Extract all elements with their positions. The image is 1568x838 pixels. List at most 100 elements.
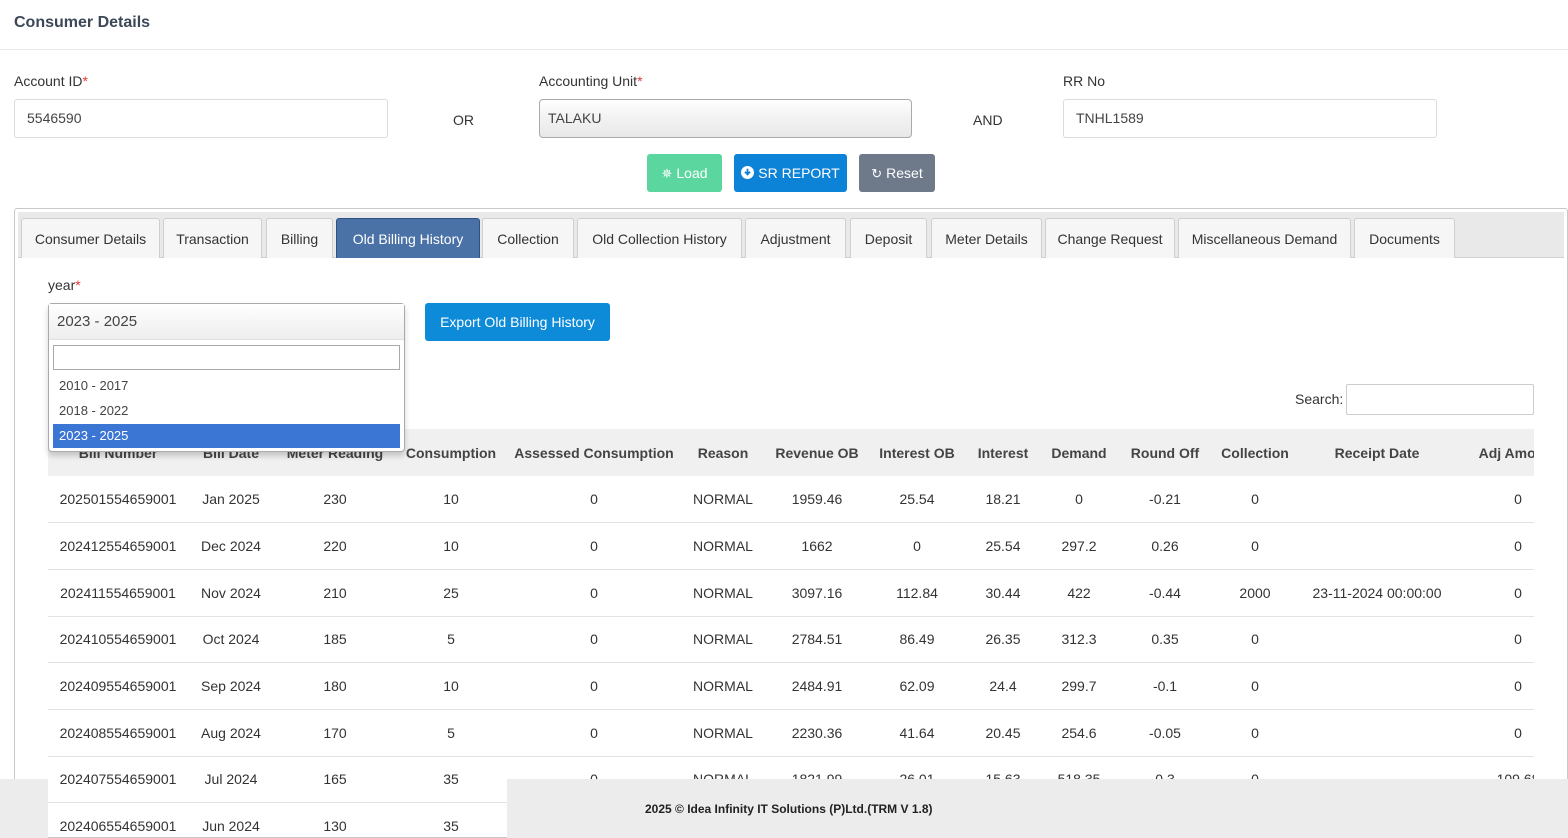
sr-report-button[interactable]: SR REPORT bbox=[734, 154, 847, 192]
table-cell bbox=[1296, 663, 1458, 710]
table-row: 202410554659001 Oct 2024 185 5 0 NORMAL 2784.5… bbox=[48, 616, 1534, 663]
required-mark: * bbox=[637, 73, 643, 89]
year-select[interactable]: 2023 - 2025 bbox=[49, 304, 404, 340]
reset-button-label: Reset bbox=[886, 165, 923, 181]
tab-change-request[interactable]: Change Request bbox=[1045, 218, 1175, 258]
column-header[interactable]: Round Off bbox=[1116, 429, 1214, 476]
accounting-unit-label-text: Accounting Unit bbox=[539, 73, 638, 89]
table-cell: 0 bbox=[1251, 678, 1259, 695]
column-header[interactable]: Interest OB bbox=[870, 429, 964, 476]
tab-adjustment[interactable]: Adjustment bbox=[745, 218, 846, 258]
table-cell: 0 bbox=[1514, 724, 1522, 741]
table-cell: 0 bbox=[1251, 724, 1259, 741]
table-cell: 180 bbox=[323, 678, 347, 695]
accounting-unit-select[interactable]: TALAKU bbox=[539, 99, 912, 138]
search-label: Search: bbox=[1295, 391, 1344, 407]
table-cell bbox=[1296, 709, 1458, 756]
footer-strip bbox=[0, 779, 48, 838]
table-cell: NORMAL bbox=[693, 724, 753, 741]
year-label-text: year bbox=[48, 277, 76, 293]
tab-old-collection-history[interactable]: Old Collection History bbox=[577, 218, 742, 258]
year-dropdown[interactable]: 2023 - 2025 2010 - 2017 2018 - 2022 2023… bbox=[48, 303, 405, 452]
column-header[interactable]: Interest bbox=[964, 429, 1042, 476]
tab-collection[interactable]: Collection bbox=[482, 218, 574, 258]
year-option[interactable]: 2018 - 2022 bbox=[53, 399, 400, 423]
year-search-input[interactable] bbox=[53, 345, 400, 370]
table-cell: 0 bbox=[1514, 631, 1522, 648]
table-cell: 0 bbox=[590, 584, 598, 601]
tab-consumer-details[interactable]: Consumer Details bbox=[21, 218, 160, 258]
column-header[interactable]: Collection bbox=[1214, 429, 1296, 476]
table-cell: 5 bbox=[447, 724, 455, 741]
table-cell: 18.21 bbox=[985, 491, 1021, 508]
tab-meter-details[interactable]: Meter Details bbox=[931, 218, 1042, 258]
table-cell: 202412554659001 bbox=[59, 538, 177, 555]
account-id-label-text: Account ID bbox=[14, 73, 83, 89]
table-cell: 35 bbox=[443, 771, 459, 788]
table-cell: 202411554659001 bbox=[60, 584, 176, 601]
tab-deposit[interactable]: Deposit bbox=[850, 218, 927, 258]
account-id-input[interactable]: 5546590 bbox=[14, 99, 388, 138]
table-cell: Aug 2024 bbox=[201, 724, 261, 741]
refresh-icon: ↻ bbox=[871, 165, 883, 181]
table-cell: 170 bbox=[323, 724, 347, 741]
table-cell: Nov 2024 bbox=[201, 584, 261, 601]
table-cell: Dec 2024 bbox=[201, 538, 261, 555]
column-header[interactable]: Demand bbox=[1042, 429, 1116, 476]
column-header[interactable]: Consumption bbox=[396, 429, 506, 476]
table-cell: 312.3 bbox=[1061, 631, 1097, 648]
table-cell: 0 bbox=[1514, 538, 1522, 555]
table-cell: 30.44 bbox=[985, 584, 1021, 601]
column-header[interactable]: Receipt Date bbox=[1296, 429, 1458, 476]
table-cell: 25.54 bbox=[985, 538, 1021, 555]
table-cell: 25 bbox=[443, 584, 459, 601]
table-row: 202501554659001 Jan 2025 230 10 0 NORMAL 1959.… bbox=[48, 476, 1534, 523]
table-cell: 0 bbox=[1251, 538, 1259, 555]
table-cell: -0.05 bbox=[1149, 724, 1181, 741]
table-cell: 0.35 bbox=[1151, 631, 1179, 648]
table-cell: 10 bbox=[443, 491, 459, 508]
year-option[interactable]: 2010 - 2017 bbox=[53, 374, 400, 398]
tab-bar: Consumer Details Transaction Billing Old… bbox=[18, 212, 1564, 258]
tab-billing[interactable]: Billing bbox=[266, 218, 333, 258]
table-cell: 230 bbox=[323, 491, 347, 508]
table-cell: 35 bbox=[443, 818, 459, 835]
table-cell: 2784.51 bbox=[791, 631, 843, 648]
table-cell bbox=[1296, 476, 1458, 523]
table-cell: 3097.16 bbox=[791, 584, 843, 601]
column-header[interactable]: Revenue OB bbox=[764, 429, 870, 476]
tab-transaction[interactable]: Transaction bbox=[163, 218, 262, 258]
column-header[interactable]: Adj Amount bbox=[1458, 429, 1534, 476]
and-label: AND bbox=[973, 112, 1003, 128]
tab-miscellaneous-demand[interactable]: Miscellaneous Demand bbox=[1178, 218, 1351, 258]
table-cell: 0 bbox=[1514, 678, 1522, 695]
table-cell: 0 bbox=[590, 491, 598, 508]
table-cell: 185 bbox=[323, 631, 347, 648]
table-cell: -0.21 bbox=[1149, 491, 1181, 508]
export-old-billing-history-button[interactable]: Export Old Billing History bbox=[425, 303, 610, 341]
table-cell: 0 bbox=[1514, 584, 1522, 601]
accounting-unit-label: Accounting Unit* bbox=[539, 73, 643, 89]
year-option-selected[interactable]: 2023 - 2025 bbox=[53, 424, 400, 448]
column-header[interactable]: Assessed Consumption bbox=[506, 429, 682, 476]
tab-old-billing-history[interactable]: Old Billing History bbox=[336, 218, 480, 258]
table-row: 202408554659001 Aug 2024 170 5 0 NORMAL 2230.3… bbox=[48, 709, 1534, 757]
reset-button[interactable]: ↻ Reset bbox=[859, 154, 935, 192]
search-input[interactable] bbox=[1346, 384, 1534, 415]
table-cell: 165 bbox=[323, 771, 347, 788]
required-mark: * bbox=[75, 277, 81, 293]
column-header[interactable]: Reason bbox=[682, 429, 764, 476]
table-cell: Oct 2024 bbox=[202, 631, 260, 648]
load-button[interactable]: ✵ Load bbox=[647, 154, 722, 192]
download-circle-icon bbox=[741, 165, 755, 181]
table-cell: 0 bbox=[590, 538, 598, 555]
table-cell: 112.84 bbox=[896, 584, 938, 601]
table-row: 202412554659001 Dec 2024 220 10 0 NORMAL 1662 0… bbox=[48, 523, 1534, 570]
tab-documents[interactable]: Documents bbox=[1354, 218, 1455, 258]
table-cell: Jan 2025 bbox=[202, 491, 260, 508]
table-cell: 1662 bbox=[801, 538, 833, 555]
table-cell: 202406554659001 bbox=[59, 818, 177, 835]
table-cell: 26.35 bbox=[985, 631, 1021, 648]
required-mark: * bbox=[82, 73, 88, 89]
rr-no-input[interactable]: TNHL1589 bbox=[1063, 99, 1437, 138]
